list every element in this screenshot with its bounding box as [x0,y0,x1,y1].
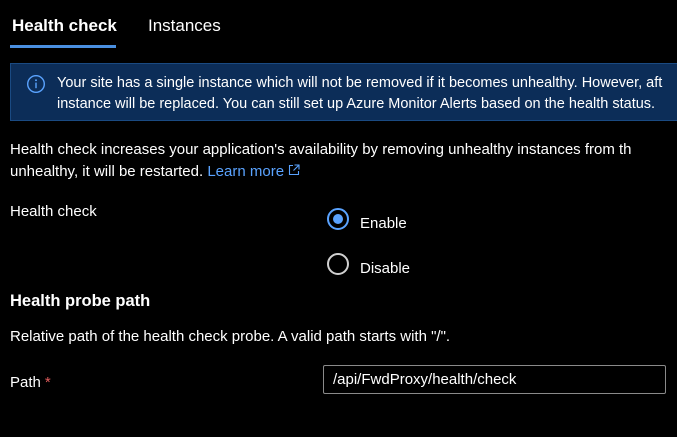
health-check-page: Health check Instances Your site has a s… [0,0,677,437]
path-label: Path * [10,374,51,391]
info-icon [26,74,46,94]
external-link-icon [288,163,300,176]
active-tab-indicator [10,45,116,48]
section-description: Relative path of the health check probe.… [10,328,451,345]
disable-radio[interactable] [327,253,349,275]
tab-health-check[interactable]: Health check [12,16,117,36]
learn-more-link[interactable]: Learn more [207,163,300,180]
info-banner: Your site has a single instance which wi… [10,63,677,121]
description-text: unhealthy, it will be restarted. [10,163,204,180]
path-input[interactable] [323,365,666,394]
path-label-text: Path [10,374,41,391]
tab-instances[interactable]: Instances [148,16,221,36]
health-check-label: Health check [10,203,97,220]
banner-text-line-1: Your site has a single instance which wi… [57,75,663,91]
description-line-2: unhealthy, it will be restarted. Learn m… [10,163,300,180]
section-title-health-probe-path: Health probe path [10,292,151,310]
radio-selected-dot [333,214,343,224]
enable-radio-label[interactable]: Enable [360,215,407,232]
enable-radio[interactable] [327,208,349,230]
required-marker: * [44,374,51,391]
disable-radio-label[interactable]: Disable [360,260,410,277]
learn-more-label: Learn more [207,163,285,180]
banner-text-line-2: instance will be replaced. You can still… [57,96,656,112]
description-line-1: Health check increases your application'… [10,141,632,158]
